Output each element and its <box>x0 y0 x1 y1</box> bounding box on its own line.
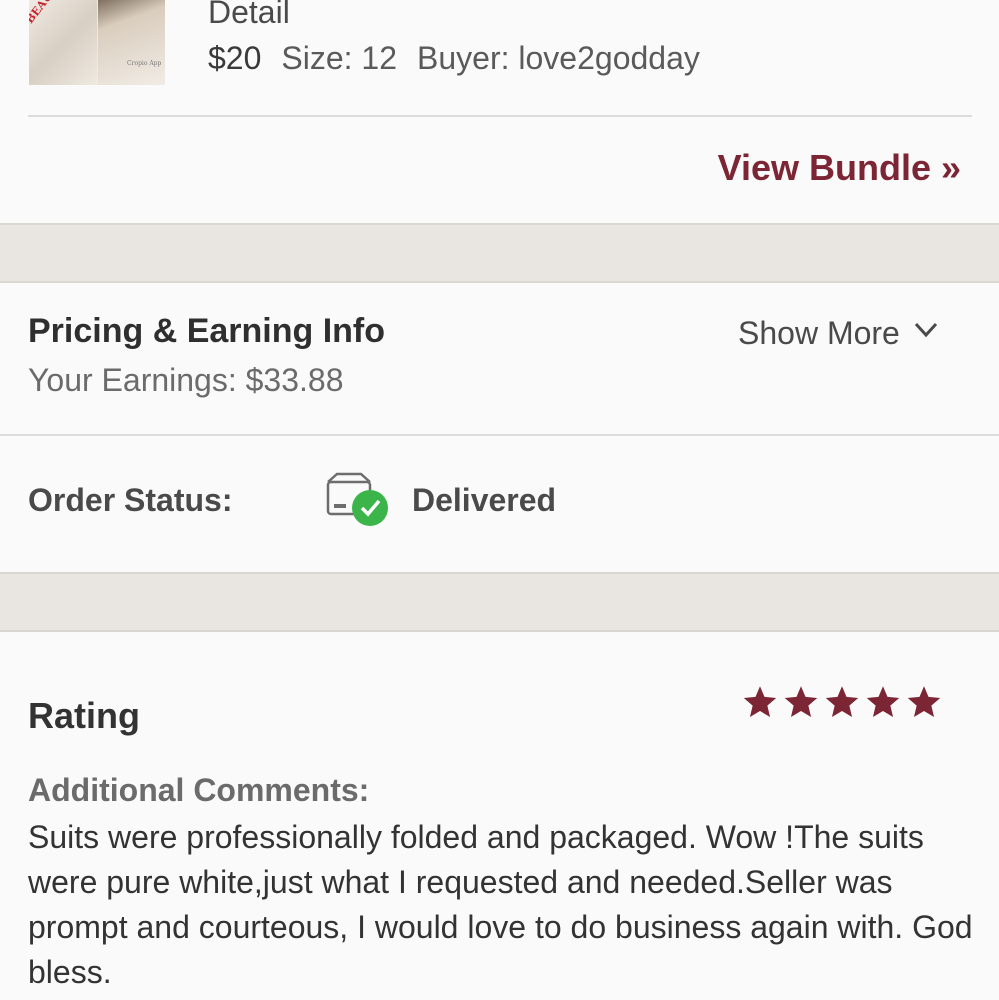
order-status-value: Delivered <box>412 482 557 518</box>
item-meta: $20 Size: 12 Buyer: love2godday <box>208 40 700 77</box>
star-icon <box>743 686 777 717</box>
thumbnail-brand-text: Cropio App <box>127 60 162 67</box>
show-more-label: Show More <box>738 315 900 351</box>
item-price: $20 <box>208 40 262 76</box>
show-more-button[interactable]: Show More <box>738 315 938 352</box>
chevron-down-icon <box>914 322 937 337</box>
pricing-title: Pricing & Earning Info <box>28 312 386 350</box>
item-buyer: Buyer: love2godday <box>417 40 700 76</box>
your-earnings: Your Earnings: $33.88 <box>28 362 344 398</box>
item-size: Size: 12 <box>281 40 398 76</box>
thumbnail-right-photo <box>98 0 165 85</box>
order-status-label: Order Status: <box>28 482 233 518</box>
divider <box>0 434 999 436</box>
rating-label: Rating <box>28 695 140 736</box>
star-icon <box>907 686 941 717</box>
star-icon <box>784 686 818 717</box>
package-delivered-icon <box>326 472 388 526</box>
section-separator <box>0 572 999 632</box>
star-icon <box>866 686 900 717</box>
star-rating <box>742 684 947 720</box>
order-item-section: BEAUTIFUL TWO PIECE Cropio App Detail $2… <box>0 0 999 224</box>
item-thumbnail[interactable]: BEAUTIFUL TWO PIECE Cropio App <box>29 0 165 85</box>
star-icon <box>825 686 859 717</box>
buyer-comment: Suits were professionally folded and pac… <box>28 819 973 990</box>
additional-comments-label: Additional Comments: <box>28 772 370 808</box>
item-title[interactable]: Detail <box>208 0 290 31</box>
divider <box>28 115 972 117</box>
section-separator <box>0 223 999 283</box>
view-bundle-link[interactable]: View Bundle » <box>718 147 961 189</box>
